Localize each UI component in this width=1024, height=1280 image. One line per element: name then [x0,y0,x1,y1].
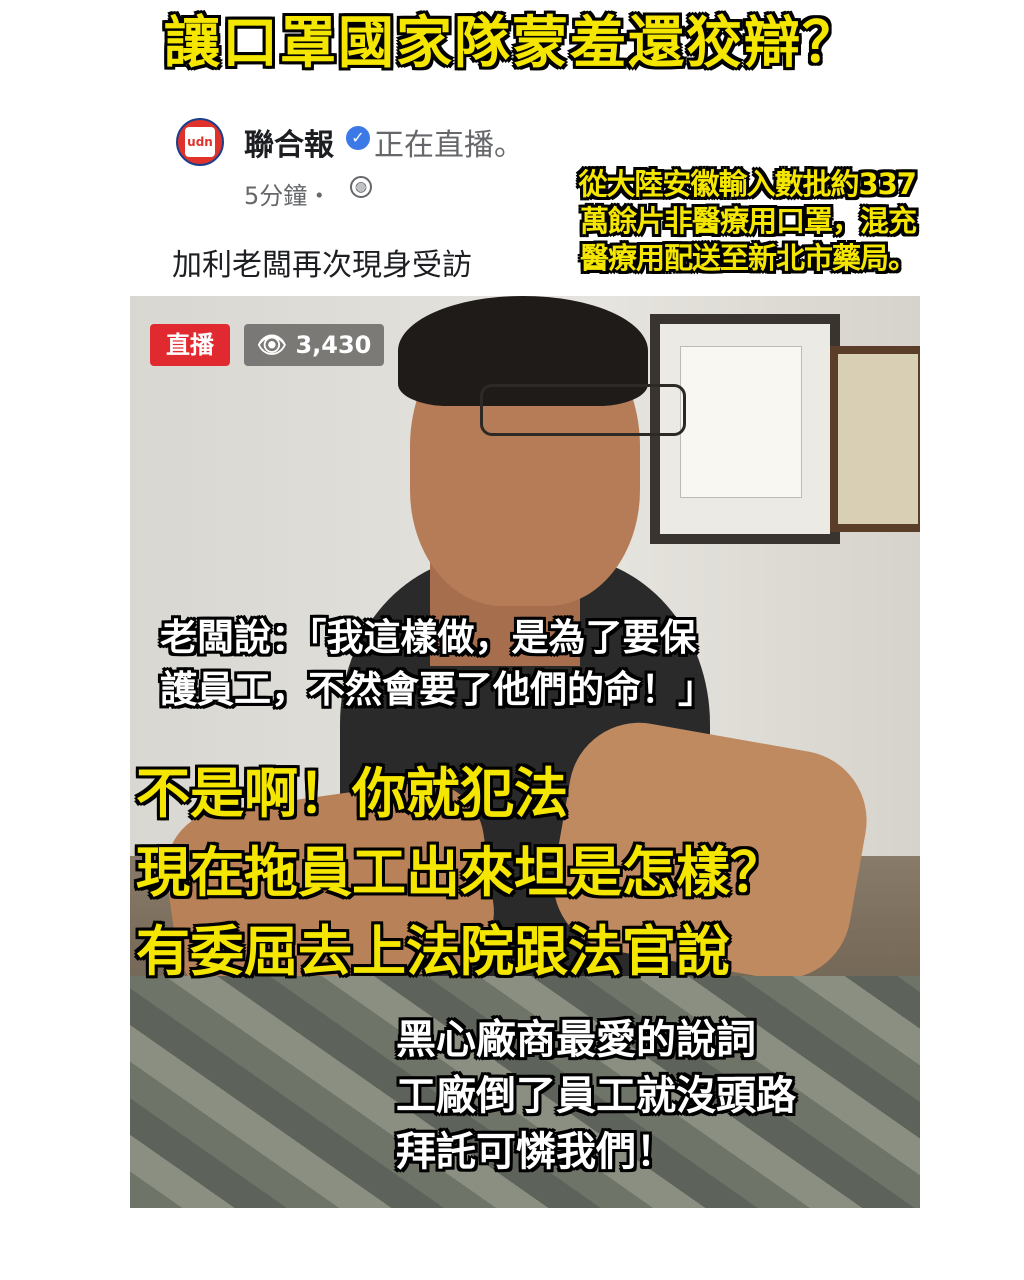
live-badge: 直播 [150,324,230,366]
live-status: 正在直播。 [374,128,524,163]
overlay-note-line: 醫療用配送至新北市藥局。 [579,241,917,275]
quote-line: 老闆說：「我這樣做，是為了要保 [160,616,697,659]
excuse-line: 黑心廠商最愛的說詞 [396,1017,756,1063]
overlay-note-line: 從大陸安徽輸入數批約337 [578,167,917,201]
glasses [480,384,686,436]
excuse: 黑心廠商最愛的說詞 工廠倒了員工就沒頭路 拜託可憐我們！ [396,1012,916,1180]
headline: 讓口罩國家隊蒙羞還狡辯？ [164,11,860,76]
boss-quote: 老闆說：「我這樣做，是為了要保 護員工，不然會要了他們的命！」 [160,612,880,716]
excuse-line: 拜託可憐我們！ [396,1129,676,1175]
quote-line: 護員工，不然會要了他們的命！」 [160,668,715,711]
wall-frame [830,346,920,532]
rebuttal-line: 現在拖員工出來坦是怎樣？ [136,841,784,904]
verified-icon: ✓ [346,126,370,150]
view-count: 👁 3,430 [244,324,384,366]
excuse-line: 工廠倒了員工就沒頭路 [396,1073,796,1119]
post-time[interactable]: 5分鐘・ [244,176,331,211]
view-count-value: 3,430 [295,331,372,359]
eye-icon: 👁 [256,331,288,359]
overlay-note-line: 萬餘片非醫療用口罩，混充 [579,204,917,238]
rebuttal-line: 不是啊！你就犯法 [136,762,568,825]
overlay-note: 從大陸安徽輸入數批約337 萬餘片非醫療用口罩，混充 醫療用配送至新北市藥局。 [500,166,917,277]
rebuttal-line: 有委屈去上法院跟法官說 [136,920,730,983]
globe-icon: ◍ [350,176,372,198]
news-logo[interactable]: udn [176,118,224,166]
post-text: 加利老闆再次現身受訪 [172,248,472,283]
page-name[interactable]: 聯合報 [244,120,334,164]
rebuttal: 不是啊！你就犯法 現在拖員工出來坦是怎樣？ 有委屈去上法院跟法官說 [136,754,896,991]
